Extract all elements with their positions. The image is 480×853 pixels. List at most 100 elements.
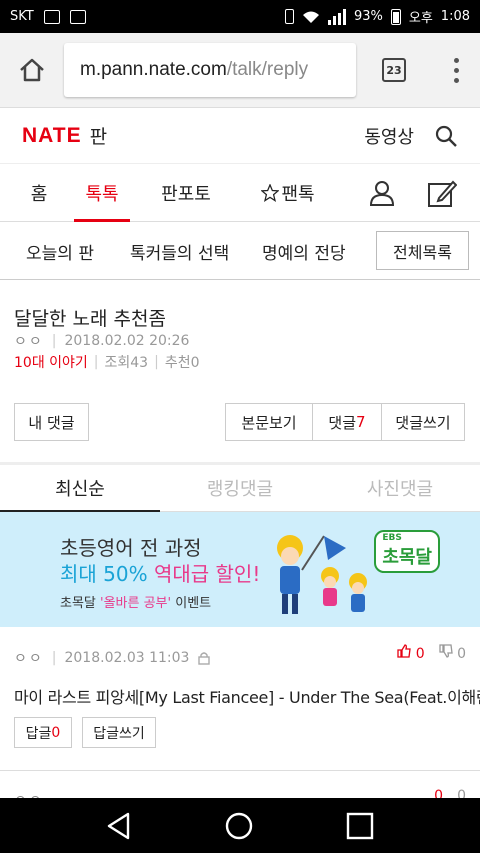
user-icon bbox=[369, 181, 395, 206]
tab-switcher-button[interactable]: 23 bbox=[356, 33, 432, 108]
ad-banner[interactable]: 초등영어 전 과정 최대 50% 역대급 할인! 초목달 '올바른 공부' 이벤… bbox=[0, 512, 480, 627]
comment-date: 2018.02.03 11:03 bbox=[64, 650, 190, 666]
overflow-menu-button[interactable] bbox=[432, 33, 480, 108]
write-reply-button[interactable]: 답글쓰기 bbox=[82, 717, 156, 748]
carrier-label: SKT bbox=[10, 9, 34, 24]
my-comments-button[interactable]: 내 댓글 bbox=[14, 403, 89, 441]
brand-logo: EBS 초목달 bbox=[374, 530, 440, 573]
post-recommends: 추천0 bbox=[164, 355, 200, 371]
lock-icon bbox=[198, 652, 211, 665]
all-list-button[interactable]: 전체목록 bbox=[376, 231, 469, 270]
menu-dot-icon bbox=[453, 57, 459, 63]
post-title: 달달한 노래 추천좀 bbox=[14, 308, 166, 330]
home-button[interactable] bbox=[0, 33, 64, 108]
site-header: NATE 판 동영상 bbox=[0, 108, 480, 164]
nav-fantalk-label: 팬톡 bbox=[281, 183, 315, 205]
comment-text: 마이 라스트 피앙세[My Last Fiancee] - Under The … bbox=[14, 688, 480, 707]
notification-icon bbox=[43, 9, 60, 24]
reply-button[interactable]: 답글 0 bbox=[14, 717, 72, 748]
banner-discount-a: 최대 50% bbox=[60, 562, 154, 586]
banner-event: 초목달 '올바른 공부' 이벤트 bbox=[60, 592, 211, 611]
banner-event-b: '올바른 공부' bbox=[100, 596, 172, 611]
search-icon[interactable] bbox=[434, 124, 458, 148]
brand-logo-top: EBS bbox=[382, 533, 402, 543]
nav-panphoto[interactable]: 판포토 bbox=[158, 164, 214, 222]
upvote-count: 0 bbox=[415, 646, 425, 662]
back-icon[interactable] bbox=[106, 812, 132, 840]
vibrate-icon bbox=[284, 9, 294, 24]
battery-icon bbox=[390, 8, 401, 25]
gallery-icon bbox=[69, 9, 86, 24]
thumbs-up-icon bbox=[397, 644, 411, 658]
separator: | bbox=[93, 354, 99, 370]
status-bar: SKT 93% 오후 1:08 bbox=[0, 0, 480, 33]
banner-discount-b: 역대급 할인! bbox=[153, 562, 261, 586]
comment-divider bbox=[0, 770, 480, 771]
downvote-count: 0 bbox=[457, 646, 466, 662]
banner-discount: 최대 50% 역대급 할인! bbox=[60, 558, 260, 587]
browser-toolbar: m.pann.nate.com/talk/reply 23 bbox=[0, 33, 480, 108]
post-date: 2018.02.02 20:26 bbox=[64, 333, 190, 349]
pann-logo[interactable]: 판 bbox=[90, 122, 107, 149]
ampm-label: 오후 bbox=[408, 11, 433, 26]
comments-label: 댓글 bbox=[328, 413, 357, 432]
comment-meta: ㅇㅇ | 2018.02.03 11:03 bbox=[14, 648, 211, 668]
kids-illustration-icon bbox=[277, 535, 367, 614]
banner-event-a: 초목달 bbox=[60, 596, 101, 611]
post-stats: 10대 이야기 | 조회43 | 추천0 bbox=[14, 352, 199, 372]
tab-latest[interactable]: 최신순 bbox=[0, 465, 160, 512]
menu-dot-icon bbox=[453, 67, 459, 73]
nate-logo[interactable]: NATE bbox=[22, 124, 82, 148]
separator: | bbox=[51, 333, 57, 349]
nav-fantalk[interactable]: 팬톡 bbox=[258, 164, 318, 222]
reply-label: 답글 bbox=[25, 725, 52, 742]
comments-button[interactable]: 댓글 7 bbox=[312, 403, 382, 441]
pencil-icon bbox=[428, 180, 457, 207]
recents-icon[interactable] bbox=[346, 812, 374, 840]
thumbs-down-icon bbox=[438, 644, 453, 658]
banner-event-c: 이벤트 bbox=[171, 596, 212, 611]
post-meta: ㅇㅇ | 2018.02.02 20:26 bbox=[14, 331, 189, 351]
comments-count: 7 bbox=[356, 413, 366, 431]
post-category[interactable]: 10대 이야기 bbox=[14, 352, 88, 372]
android-nav-bar bbox=[0, 798, 480, 853]
brand-logo-name: 초목달 bbox=[382, 547, 432, 568]
video-link[interactable]: 동영상 bbox=[364, 123, 414, 149]
sub-nav: 오늘의 판 톡커들의 선택 명예의 전당 전체목록 bbox=[0, 222, 480, 280]
url-path: /talk/reply bbox=[226, 59, 309, 80]
home-icon bbox=[20, 58, 44, 82]
nav-home[interactable]: 홈 bbox=[26, 164, 52, 222]
home-circle-icon[interactable] bbox=[224, 811, 254, 841]
comment-author: ㅇㅇ bbox=[14, 651, 44, 667]
clock: 1:08 bbox=[440, 9, 470, 24]
sub-today[interactable]: 오늘의 판 bbox=[26, 239, 94, 264]
battery-percent: 93% bbox=[353, 9, 383, 24]
separator: | bbox=[154, 354, 159, 370]
url-bar[interactable]: m.pann.nate.com/talk/reply bbox=[64, 43, 356, 97]
post-views: 조회43 bbox=[104, 355, 149, 371]
star-icon bbox=[261, 183, 280, 202]
post-author: ㅇㅇ bbox=[14, 334, 44, 350]
write-button[interactable] bbox=[414, 164, 470, 222]
view-post-button[interactable]: 본문보기 bbox=[225, 403, 313, 441]
tab-ranking[interactable]: 랭킹댓글 bbox=[160, 465, 320, 511]
sub-hall-of-fame[interactable]: 명예의 전당 bbox=[262, 239, 346, 264]
main-nav: 홈 톡톡 판포토 팬톡 bbox=[0, 164, 480, 222]
separator: | bbox=[51, 650, 57, 666]
url-host: m.pann.nate.com bbox=[80, 59, 227, 80]
nav-toktok[interactable]: 톡톡 bbox=[74, 164, 130, 222]
upvote-button[interactable]: 0 bbox=[397, 644, 425, 662]
banner-headline: 초등영어 전 과정 bbox=[60, 536, 202, 560]
comment-sort-tabs: 최신순 랭킹댓글 사진댓글 bbox=[0, 465, 480, 512]
reply-count: 0 bbox=[51, 724, 61, 741]
downvote-button[interactable]: 0 bbox=[438, 644, 466, 662]
profile-button[interactable] bbox=[354, 164, 410, 222]
signal-icon bbox=[327, 8, 346, 25]
sub-talkers-choice[interactable]: 톡커들의 선택 bbox=[130, 239, 229, 264]
tab-count: 23 bbox=[382, 58, 406, 82]
menu-dot-icon bbox=[453, 77, 459, 83]
comment-votes: 0 0 bbox=[397, 644, 466, 662]
tab-photo[interactable]: 사진댓글 bbox=[320, 465, 480, 511]
post-action-group: 본문보기 댓글 7 댓글쓰기 bbox=[225, 403, 465, 441]
write-comment-button[interactable]: 댓글쓰기 bbox=[381, 403, 465, 441]
